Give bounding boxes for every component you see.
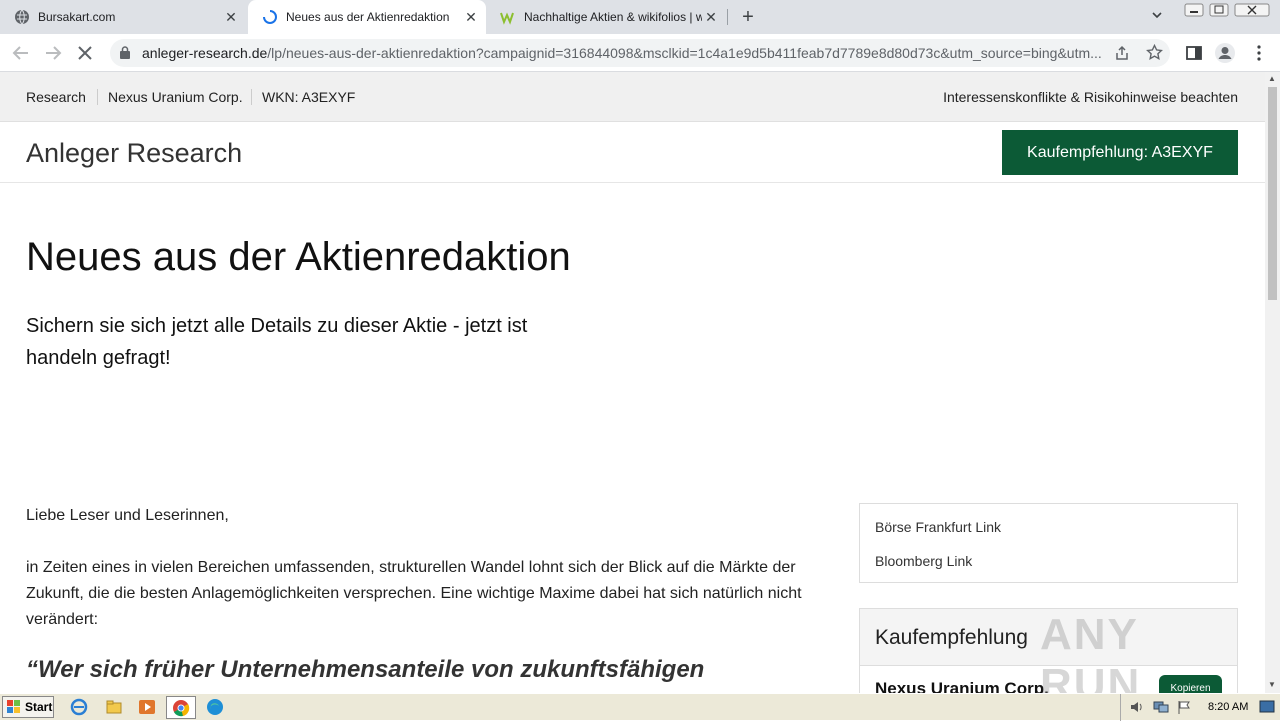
action-center-flag-icon[interactable]	[1177, 700, 1191, 719]
page-scrollbar[interactable]: ▲ ▼	[1265, 72, 1280, 693]
buy-recommendation-button[interactable]: Kaufempfehlung: A3EXYF	[1002, 130, 1238, 175]
tab-separator	[727, 9, 728, 25]
address-bar[interactable]: anleger-research.de/lp/neues-aus-der-akt…	[110, 39, 1170, 67]
system-tray	[1120, 694, 1280, 721]
company-name: Nexus Uranium Corp.	[875, 679, 1049, 693]
crumb-company[interactable]: Nexus Uranium Corp.	[108, 89, 243, 105]
maximize-icon[interactable]	[1209, 3, 1229, 20]
url-path: /lp/neues-aus-der-aktienredaktion?campai…	[267, 45, 1102, 61]
tab-wikifolio[interactable]: Nachhaltige Aktien & wikifolios | wiki ✕	[486, 0, 726, 34]
system-clock: 8:20 AM	[1208, 701, 1249, 713]
url-text: anleger-research.de/lp/neues-aus-der-akt…	[142, 45, 1102, 61]
profile-avatar-icon[interactable]	[1214, 42, 1236, 64]
scroll-up-arrow-icon[interactable]: ▲	[1268, 74, 1276, 83]
back-arrow-icon[interactable]	[10, 42, 32, 64]
tab-aktienredaktion[interactable]: Neues aus der Aktienredaktion ✕	[248, 0, 486, 34]
external-links-box: Börse Frankfurt Link Bloomberg Link	[859, 503, 1238, 583]
browser-toolbar: anleger-research.de/lp/neues-aus-der-akt…	[0, 34, 1280, 72]
copy-button[interactable]: Kopieren	[1159, 675, 1222, 693]
crumb-research[interactable]: Research	[26, 89, 86, 105]
chrome-icon	[173, 700, 190, 717]
brand-logo[interactable]: Anleger Research	[26, 138, 242, 169]
page-title: Neues aus der Aktienredaktion	[26, 235, 571, 279]
chrome-taskbar-button[interactable]	[166, 696, 196, 719]
intro-paragraph: in Zeiten eines in vielen Bereichen umfa…	[26, 559, 802, 628]
crumb-wkn: WKN: A3EXYF	[262, 89, 356, 105]
tab-title: Bursakart.com	[38, 10, 116, 24]
side-panel-icon[interactable]	[1183, 42, 1205, 64]
anyrun-watermark: ANY RUN	[1040, 610, 1142, 693]
edge-icon[interactable]	[206, 698, 224, 716]
boerse-frankfurt-link[interactable]: Börse Frankfurt Link	[875, 519, 1001, 535]
info-bar: Research Nexus Uranium Corp. WKN: A3EXYF…	[0, 72, 1265, 122]
close-tab-icon[interactable]: ✕	[702, 9, 720, 26]
minimize-icon[interactable]	[1184, 3, 1204, 20]
close-window-icon[interactable]	[1234, 3, 1270, 20]
lock-icon	[120, 46, 130, 59]
menu-kebab-icon[interactable]	[1248, 42, 1270, 64]
new-tab-button[interactable]: +	[738, 6, 758, 28]
web-page: Research Nexus Uranium Corp. WKN: A3EXYF…	[0, 72, 1265, 693]
url-host: anleger-research.de	[142, 45, 268, 61]
tab-strip: Bursakart.com ✕ Neues aus der Aktienreda…	[0, 0, 1280, 34]
bookmark-star-icon[interactable]	[1146, 43, 1163, 66]
tab-title: Nachhaltige Aktien & wikifolios | wiki	[524, 10, 702, 24]
crumb-separator	[97, 89, 98, 105]
loading-spinner-icon	[262, 9, 278, 25]
wikifolio-w-icon	[500, 9, 516, 25]
globe-icon	[14, 9, 30, 25]
scrollbar-thumb[interactable]	[1268, 87, 1277, 300]
share-icon[interactable]	[1114, 45, 1130, 66]
show-desktop-icon[interactable]	[1259, 700, 1275, 719]
recommendation-title: Kaufempfehlung	[875, 626, 1028, 649]
file-explorer-icon[interactable]	[105, 698, 123, 716]
media-player-icon[interactable]	[138, 698, 156, 716]
close-tab-icon[interactable]: ✕	[462, 9, 480, 26]
scroll-down-arrow-icon[interactable]: ▼	[1268, 680, 1276, 689]
tab-search-chevron-icon[interactable]	[1150, 8, 1164, 25]
tab-bursakart[interactable]: Bursakart.com ✕	[0, 0, 246, 34]
windows-logo-icon	[7, 700, 20, 713]
risk-notice-link[interactable]: Interessenskonflikte & Risikohinweise be…	[943, 89, 1238, 105]
crumb-separator	[251, 89, 252, 105]
page-subtitle: Sichern sie sich jetzt alle Details zu d…	[26, 315, 528, 369]
quote-text: “Wer sich früher Unternehmensanteile von…	[26, 656, 705, 683]
bloomberg-link[interactable]: Bloomberg Link	[875, 553, 972, 569]
forward-arrow-icon[interactable]	[42, 42, 64, 64]
internet-explorer-icon[interactable]	[70, 698, 88, 716]
greeting-text: Liebe Leser und Leserinnen,	[26, 507, 229, 524]
tab-title: Neues aus der Aktienredaktion	[286, 10, 450, 24]
os-taskbar: Start 8:20 AM	[0, 693, 1280, 721]
stop-loading-icon[interactable]	[74, 42, 96, 64]
site-header: Anleger Research Kaufempfehlung: A3EXYF	[0, 123, 1265, 183]
start-label: Start	[25, 700, 53, 714]
volume-icon[interactable]	[1129, 700, 1145, 719]
start-button[interactable]: Start	[2, 696, 54, 718]
close-tab-icon[interactable]: ✕	[222, 9, 240, 26]
network-icon[interactable]	[1153, 700, 1169, 719]
